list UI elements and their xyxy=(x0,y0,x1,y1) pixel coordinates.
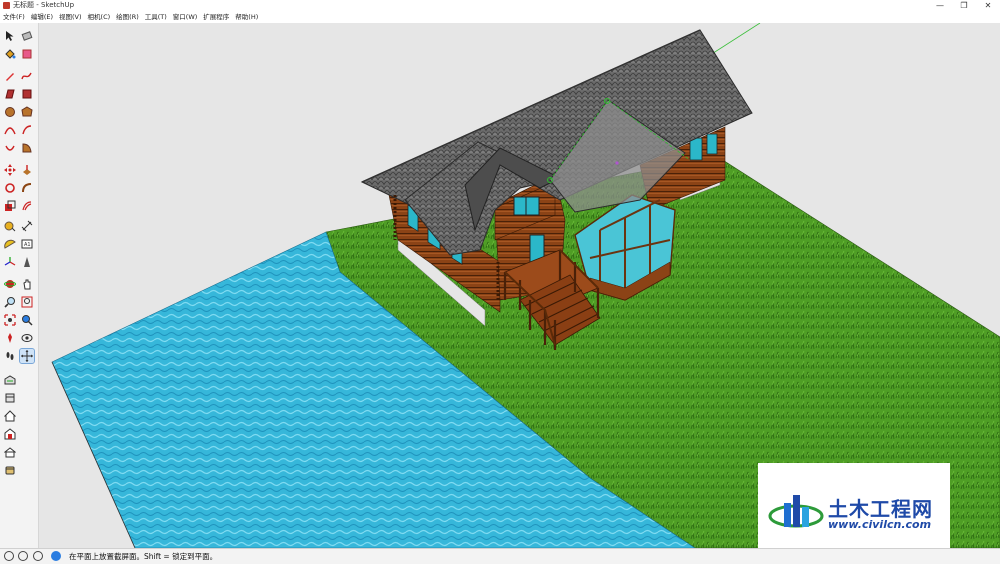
three-point-arc-icon[interactable] xyxy=(3,141,17,155)
menu-draw[interactable]: 绘图(R) xyxy=(116,12,139,22)
menu-window[interactable]: 窗口(W) xyxy=(173,12,198,22)
dimension-icon[interactable] xyxy=(20,219,34,233)
outliner-icon[interactable] xyxy=(3,445,17,459)
protractor-icon[interactable] xyxy=(3,237,17,251)
sector-icon[interactable] xyxy=(20,141,34,155)
menu-camera[interactable]: 相机(C) xyxy=(88,12,111,22)
status-bar: 在平面上放置截屏面。Shift = 锁定到平面。 xyxy=(0,548,1000,564)
look-around-icon[interactable] xyxy=(3,331,17,345)
footprints-icon[interactable] xyxy=(3,349,17,363)
window-back-2 xyxy=(706,133,718,155)
menu-file[interactable]: 文件(F) xyxy=(3,12,25,22)
zoom-window-icon[interactable] xyxy=(20,295,34,309)
geo-location-icon[interactable] xyxy=(4,551,14,561)
circle-icon[interactable] xyxy=(3,105,17,119)
arc-icon[interactable] xyxy=(3,123,17,137)
sketchup-app-icon xyxy=(3,2,10,9)
position-camera-icon[interactable] xyxy=(20,313,34,327)
eraser-icon[interactable] xyxy=(20,29,34,43)
credits-icon[interactable] xyxy=(18,551,28,561)
user-account-icon[interactable] xyxy=(33,551,43,561)
rectangle-icon[interactable] xyxy=(3,87,17,101)
warehouse-icon[interactable] xyxy=(3,373,17,387)
follow-me-icon[interactable] xyxy=(20,181,34,195)
paint-bucket-icon[interactable] xyxy=(3,47,17,61)
maximize-button[interactable]: ❐ xyxy=(952,0,976,12)
pencil-icon[interactable] xyxy=(3,69,17,83)
freehand-icon[interactable] xyxy=(20,69,34,83)
axes-icon[interactable] xyxy=(3,255,17,269)
offset-icon[interactable] xyxy=(20,199,34,213)
menu-help[interactable]: 帮助(H) xyxy=(235,12,258,22)
scale-icon[interactable] xyxy=(3,199,17,213)
pan-icon[interactable] xyxy=(20,277,34,291)
help-icon[interactable] xyxy=(51,551,61,561)
move-icon[interactable] xyxy=(3,163,17,177)
svg-text:A1: A1 xyxy=(24,242,31,248)
status-hint-text: 在平面上放置截屏面。Shift = 锁定到平面。 xyxy=(69,552,218,561)
components-icon[interactable] xyxy=(3,391,17,405)
home-icon[interactable] xyxy=(3,409,17,423)
lasso-icon[interactable] xyxy=(20,47,34,61)
rotate-icon[interactable] xyxy=(3,181,17,195)
pie-icon[interactable] xyxy=(20,123,34,137)
zoom-icon[interactable] xyxy=(3,295,17,309)
menu-bar: 文件(F) 编辑(E) 视图(V) 相机(C) 绘图(R) 工具(T) 窗口(W… xyxy=(0,12,1000,22)
layers-icon[interactable] xyxy=(3,463,17,477)
walk-icon[interactable] xyxy=(20,331,34,345)
window-back-1 xyxy=(689,137,703,161)
section-plane-icon[interactable] xyxy=(19,348,35,364)
polygon-icon[interactable] xyxy=(20,105,34,119)
title-bar: 无标题 - SketchUp — ❐ ✕ xyxy=(0,0,1000,12)
tape-measure-icon[interactable] xyxy=(3,219,17,233)
3d-text-icon[interactable] xyxy=(20,255,34,269)
menu-extensions[interactable]: 扩展程序 xyxy=(203,12,229,22)
orbit-icon[interactable] xyxy=(3,277,17,291)
zoom-extents-icon[interactable] xyxy=(3,313,17,327)
selection-point-center xyxy=(615,161,619,165)
select-icon[interactable] xyxy=(3,29,17,43)
watermark-url: www.civilcn.com xyxy=(828,518,932,531)
menu-view[interactable]: 视图(V) xyxy=(59,12,82,22)
text-icon[interactable]: A1 xyxy=(20,237,34,251)
close-button[interactable]: ✕ xyxy=(976,0,1000,12)
civilcn-logo-icon xyxy=(768,495,824,528)
rotated-rectangle-icon[interactable] xyxy=(20,87,34,101)
share-icon[interactable] xyxy=(3,427,17,441)
menu-edit[interactable]: 编辑(E) xyxy=(31,12,53,22)
minimize-button[interactable]: — xyxy=(928,0,952,12)
window-title: 无标题 - SketchUp xyxy=(13,1,75,9)
menu-tools[interactable]: 工具(T) xyxy=(145,12,167,22)
watermark-panel: 土木工程网 www.civilcn.com xyxy=(758,463,950,558)
push-pull-icon[interactable] xyxy=(20,163,34,177)
tool-palette: A1 xyxy=(0,23,39,548)
